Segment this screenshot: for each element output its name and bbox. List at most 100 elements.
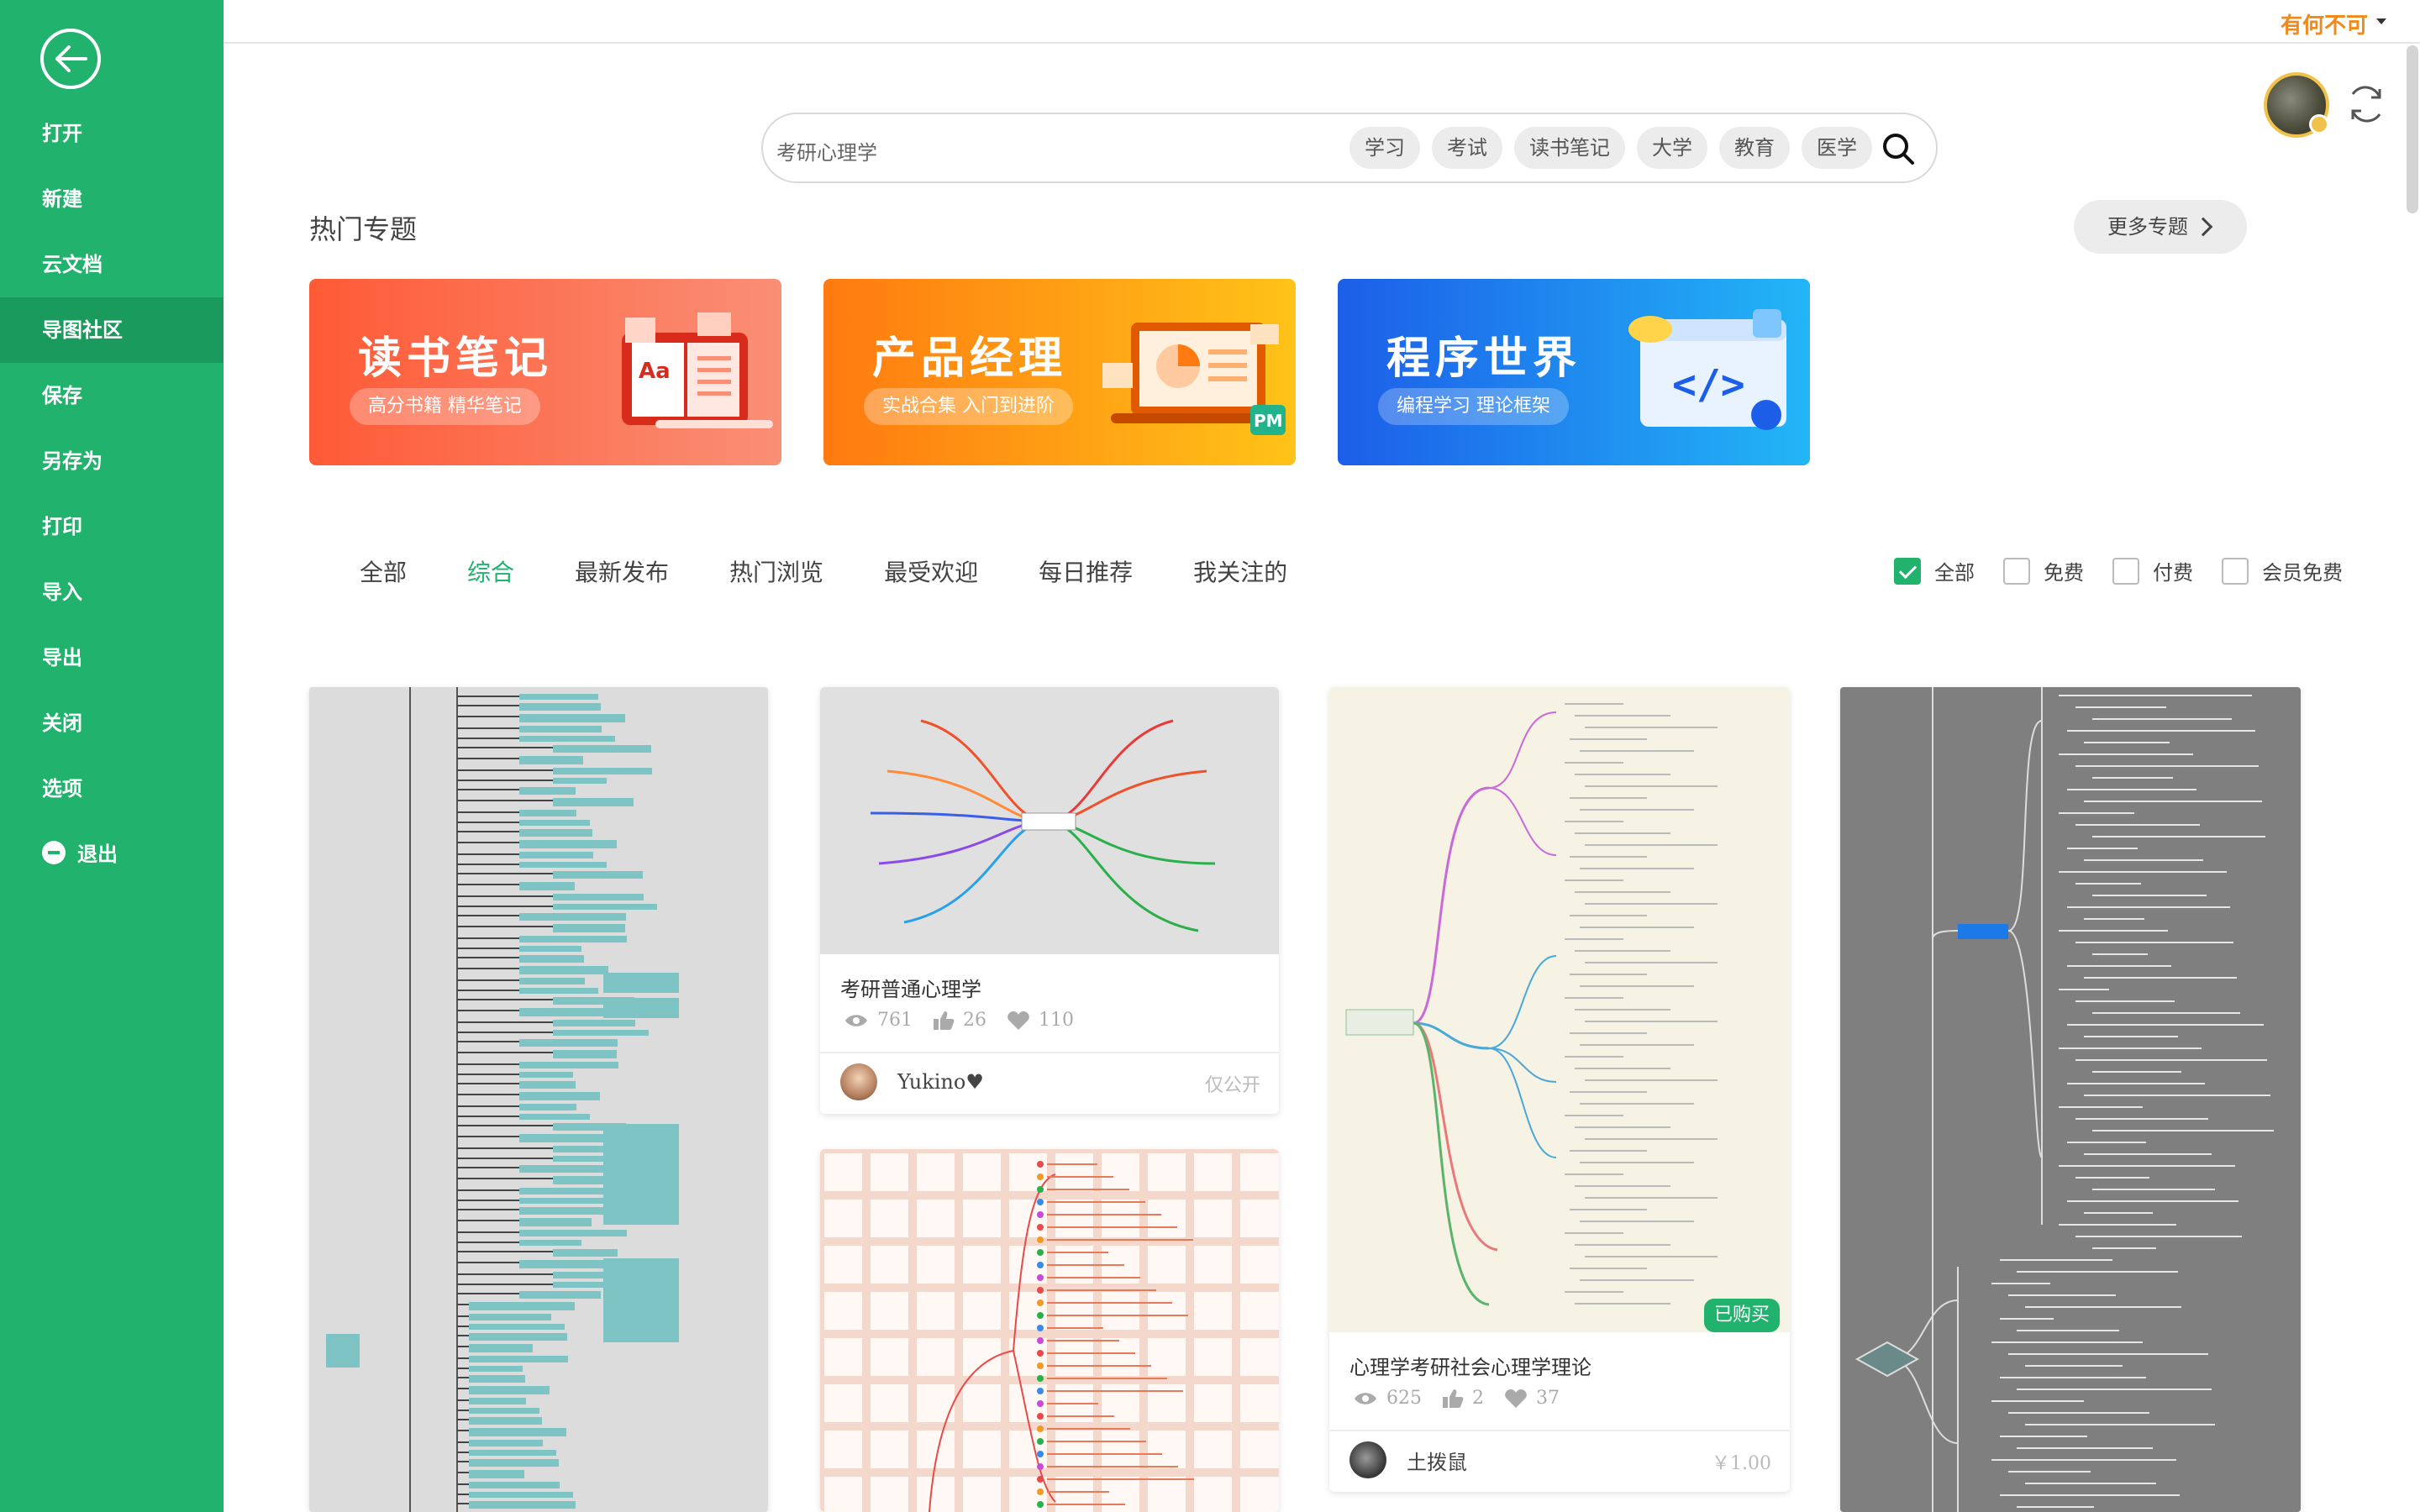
purchased-badge: 已购买 bbox=[1703, 1299, 1780, 1332]
likes-stat[interactable]: 26 bbox=[933, 1010, 986, 1031]
filter-label: 付费 bbox=[2153, 561, 2193, 585]
favorites-stat[interactable]: 110 bbox=[1007, 1010, 1074, 1031]
banner-title: 产品经理 bbox=[872, 333, 1068, 384]
book-badge-text: Aa bbox=[639, 359, 671, 384]
user-name[interactable]: 有何不可 bbox=[2281, 8, 2368, 39]
mindmap-card[interactable] bbox=[1840, 687, 2301, 1512]
sidebar-item-community[interactable]: 导图社区 bbox=[0, 297, 224, 363]
mindmap-card[interactable]: 已购买 心理学考研社会心理学理论 625 2 37 土拨鼠 ￥1.00 bbox=[1329, 687, 1790, 1492]
sidebar-item-print[interactable]: 打印 bbox=[0, 494, 224, 559]
filter-all[interactable]: 全部 bbox=[1894, 556, 1975, 585]
checkbox[interactable] bbox=[1894, 557, 1921, 585]
eye-icon bbox=[845, 1014, 867, 1026]
minus-circle-icon bbox=[42, 841, 66, 864]
sidebar-item-close[interactable]: 关闭 bbox=[0, 690, 224, 756]
card-title[interactable]: 心理学考研社会心理学理论 bbox=[1349, 1351, 1591, 1380]
card-title[interactable]: 考研普通心理学 bbox=[840, 973, 981, 1002]
refresh-icon[interactable] bbox=[2343, 81, 2390, 128]
more-topics-button[interactable]: 更多专题 bbox=[2074, 200, 2247, 254]
chevron-right-icon bbox=[2193, 217, 2213, 237]
tab-daily-pick[interactable]: 每日推荐 bbox=[1039, 554, 1133, 588]
banner-subtitle: 实战合集 入门到进阶 bbox=[864, 388, 1073, 425]
author-avatar[interactable] bbox=[1349, 1441, 1386, 1478]
monitor-chart-illustration-icon: PM bbox=[1102, 323, 1286, 435]
back-button[interactable] bbox=[40, 29, 101, 89]
favorites-stat[interactable]: 37 bbox=[1504, 1388, 1560, 1409]
topic-banner-product-manager[interactable]: 产品经理 实战合集 入门到进阶 PM bbox=[823, 279, 1296, 465]
more-topics-label: 更多专题 bbox=[2107, 215, 2188, 239]
filter-free[interactable]: 免费 bbox=[2003, 556, 2084, 585]
section-title-hot-topics: 热门专题 bbox=[309, 213, 418, 245]
sidebar-item-open[interactable]: 打开 bbox=[0, 101, 224, 166]
filter-label: 全部 bbox=[1934, 561, 1975, 585]
filter-paid[interactable]: 付费 bbox=[2112, 556, 2193, 585]
checkbox[interactable] bbox=[2112, 557, 2139, 585]
banner-subtitle: 高分书籍 精华笔记 bbox=[350, 388, 540, 425]
checkbox[interactable] bbox=[2003, 557, 2030, 585]
tab-hot-views[interactable]: 热门浏览 bbox=[729, 554, 823, 588]
book-illustration-icon: Aa bbox=[622, 312, 773, 428]
search-tag[interactable]: 大学 bbox=[1637, 127, 1707, 169]
search-tag[interactable]: 读书笔记 bbox=[1514, 127, 1625, 169]
heart-icon bbox=[1505, 1389, 1527, 1408]
likes-count: 26 bbox=[963, 1010, 986, 1031]
card-stats: 761 26 110 bbox=[844, 1010, 1094, 1031]
tab-most-popular[interactable]: 最受欢迎 bbox=[884, 554, 978, 588]
filter-label: 免费 bbox=[2044, 561, 2084, 585]
card-divider bbox=[1329, 1430, 1790, 1431]
sidebar-item-options[interactable]: 选项 bbox=[0, 756, 224, 822]
author-name[interactable]: Yukino♥ bbox=[897, 1070, 984, 1094]
sidebar-menu: 打开 新建 云文档 导图社区 保存 另存为 打印 导入 导出 关闭 选项 退出 bbox=[0, 101, 224, 887]
category-tabs: 全部 综合 最新发布 热门浏览 最受欢迎 每日推荐 我关注的 bbox=[360, 554, 1348, 588]
thumbs-up-icon bbox=[1443, 1389, 1464, 1408]
search-tag[interactable]: 学习 bbox=[1349, 127, 1420, 169]
mindmap-card[interactable] bbox=[309, 687, 768, 1512]
sidebar-item-export[interactable]: 导出 bbox=[0, 625, 224, 690]
tab-latest[interactable]: 最新发布 bbox=[575, 554, 669, 588]
mindmap-card[interactable] bbox=[820, 1149, 1279, 1512]
views-count: 761 bbox=[877, 1010, 913, 1031]
favorites-count: 37 bbox=[1536, 1388, 1560, 1409]
sidebar-item-import[interactable]: 导入 bbox=[0, 559, 224, 625]
mindmap-card[interactable]: 考研普通心理学 761 26 110 Yukino♥ 仅公开 bbox=[820, 687, 1279, 1114]
author-name[interactable]: 土拨鼠 bbox=[1407, 1446, 1467, 1475]
eye-icon bbox=[1355, 1392, 1376, 1404]
search-tag[interactable]: 考试 bbox=[1432, 127, 1502, 169]
sidebar-item-exit[interactable]: 退出 bbox=[0, 822, 224, 887]
sidebar-item-save-as[interactable]: 另存为 bbox=[0, 428, 224, 494]
author-avatar[interactable] bbox=[840, 1063, 877, 1100]
card-author[interactable]: 土拨鼠 bbox=[1349, 1441, 1467, 1478]
filter-member-free[interactable]: 会员免费 bbox=[2222, 556, 2343, 585]
search-tag[interactable]: 医学 bbox=[1802, 127, 1872, 169]
card-visibility: 仅公开 bbox=[1204, 1075, 1260, 1096]
scrollbar-thumb[interactable] bbox=[2407, 45, 2418, 213]
banner-title: 程序世界 bbox=[1386, 333, 1582, 384]
search-input[interactable]: 考研心理学 bbox=[776, 136, 877, 165]
sidebar-item-new[interactable]: 新建 bbox=[0, 166, 224, 232]
checkbox[interactable] bbox=[2222, 557, 2249, 585]
search-tag[interactable]: 教育 bbox=[1719, 127, 1790, 169]
mindmap-thumbnail bbox=[820, 1149, 1279, 1512]
pm-badge-text: PM bbox=[1254, 411, 1283, 431]
tab-all[interactable]: 全部 bbox=[360, 554, 407, 588]
tab-comprehensive[interactable]: 综合 bbox=[467, 554, 514, 588]
search-bar[interactable]: 考研心理学 学习 考试 读书笔记 大学 教育 医学 bbox=[761, 113, 1938, 183]
mindmap-thumbnail bbox=[1329, 687, 1790, 1332]
caret-down-icon[interactable] bbox=[2376, 18, 2386, 24]
sidebar: 打开 新建 云文档 导图社区 保存 另存为 打印 导入 导出 关闭 选项 退出 bbox=[0, 0, 224, 1512]
sidebar-item-save[interactable]: 保存 bbox=[0, 363, 224, 428]
arrow-left-icon bbox=[55, 45, 87, 72]
code-badge-text: </> bbox=[1672, 361, 1745, 408]
likes-stat[interactable]: 2 bbox=[1442, 1388, 1484, 1409]
mindmap-thumbnail bbox=[1840, 687, 2301, 1512]
topic-banner-reading-notes[interactable]: 读书笔记 高分书籍 精华笔记 Aa bbox=[309, 279, 781, 465]
vip-badge-icon bbox=[2309, 114, 2329, 134]
user-avatar[interactable] bbox=[2264, 72, 2329, 138]
code-window-illustration-icon: </> bbox=[1628, 309, 1786, 430]
search-icon[interactable] bbox=[1881, 131, 1916, 166]
views-count: 625 bbox=[1386, 1388, 1422, 1409]
card-author[interactable]: Yukino♥ bbox=[840, 1063, 984, 1100]
sidebar-item-cloud-docs[interactable]: 云文档 bbox=[0, 232, 224, 297]
tab-following[interactable]: 我关注的 bbox=[1193, 554, 1287, 588]
topic-banner-programming[interactable]: 程序世界 编程学习 理论框架 </> bbox=[1338, 279, 1810, 465]
